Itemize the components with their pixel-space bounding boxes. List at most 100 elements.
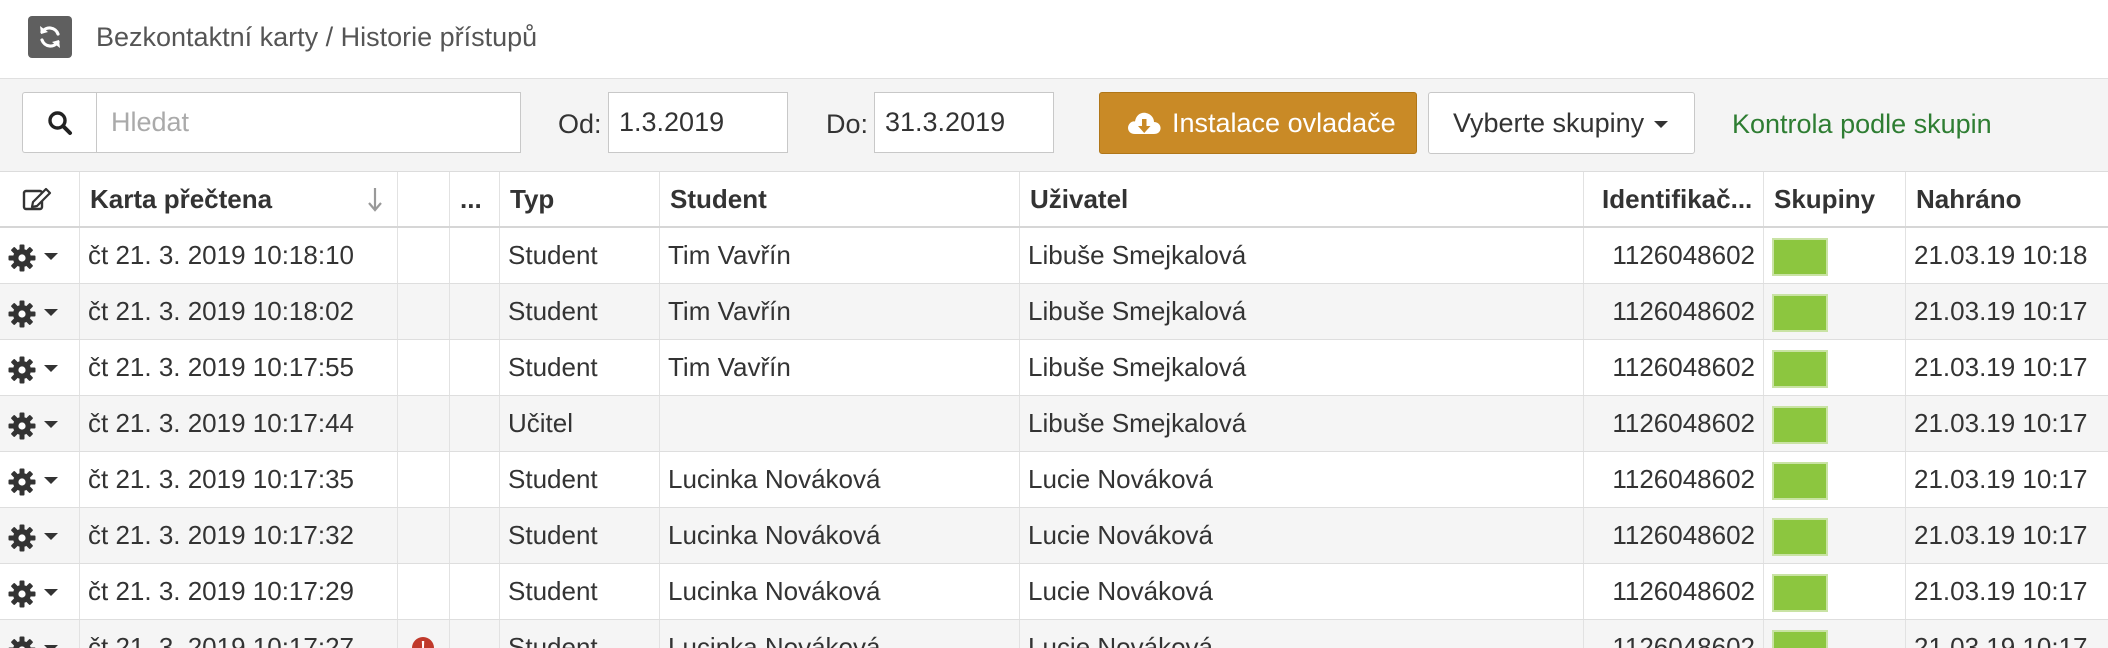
cell-uploaded: 21.03.19 10:17 <box>1914 296 2088 326</box>
row-actions[interactable] <box>0 228 80 283</box>
column-header-uploaded[interactable]: Nahráno <box>1906 172 2108 226</box>
to-date-field[interactable] <box>874 92 1054 153</box>
row-actions[interactable] <box>0 284 80 339</box>
cell-read-at: čt 21. 3. 2019 10:18:02 <box>80 284 398 339</box>
cell-flag <box>398 340 450 395</box>
table-row[interactable]: čt 21. 3. 2019 10:17:55 Student Tim Vavřín… <box>0 340 2108 396</box>
row-actions[interactable] <box>0 452 80 507</box>
cell-groups <box>1764 508 1906 563</box>
from-date-field[interactable] <box>608 92 788 153</box>
cell-flag <box>398 564 450 619</box>
cell-student: Lucinka Nováková <box>660 620 1020 648</box>
cell-student: Tim Vavřín <box>660 340 1020 395</box>
column-header-flag[interactable] <box>398 172 450 226</box>
from-date-label: Od: <box>558 109 602 139</box>
cell-type: Student <box>500 452 660 507</box>
cell-flag <box>398 508 450 563</box>
cell-groups <box>1764 564 1906 619</box>
column-header-actions[interactable] <box>0 172 80 226</box>
cell-flag <box>398 452 450 507</box>
page-header: Bezkontaktní karty / Historie přístupů <box>0 0 2108 79</box>
column-header-user[interactable]: Uživatel <box>1020 172 1584 226</box>
cell-user: Libuše Smejkalová <box>1020 396 1584 451</box>
cell-identifier: 1126048602 <box>1584 564 1764 619</box>
chevron-down-icon <box>44 589 58 596</box>
cell-groups <box>1764 396 1906 451</box>
row-actions[interactable] <box>0 508 80 563</box>
table-row[interactable]: čt 21. 3. 2019 10:17:35 Student Lucinka No… <box>0 452 2108 508</box>
cell-read-at: čt 21. 3. 2019 10:18:10 <box>80 228 398 283</box>
gear-icon <box>8 636 36 648</box>
column-header-identifier[interactable]: Identifikač... <box>1584 172 1764 226</box>
table-row[interactable]: čt 21. 3. 2019 10:17:27! Student Lucinka N… <box>0 620 2108 648</box>
column-header-groups[interactable]: Skupiny <box>1764 172 1906 226</box>
table-row[interactable]: čt 21. 3. 2019 10:18:10 Student Tim Vavřín… <box>0 228 2108 284</box>
cell-uploaded: 21.03.19 10:17 <box>1914 464 2088 494</box>
table-row[interactable]: čt 21. 3. 2019 10:17:29 Student Lucinka No… <box>0 564 2108 620</box>
column-header-type[interactable]: Typ <box>500 172 660 226</box>
chevron-down-icon <box>44 421 58 428</box>
cell-uploaded: 21.03.19 10:17 <box>1914 352 2088 382</box>
chevron-down-icon <box>44 309 58 316</box>
cell-type: Student <box>500 620 660 648</box>
gear-icon <box>8 412 36 440</box>
cell-read-at: čt 21. 3. 2019 10:17:35 <box>80 452 398 507</box>
search-button[interactable] <box>22 92 96 153</box>
cell-groups <box>1764 620 1906 648</box>
edit-icon <box>22 187 52 211</box>
to-date-label: Do: <box>826 109 869 139</box>
install-driver-label: Instalace ovladače <box>1172 108 1396 138</box>
cell-more <box>450 228 500 283</box>
cell-type: Učitel <box>500 396 660 451</box>
breadcrumb: Bezkontaktní karty / Historie přístupů <box>96 22 538 52</box>
cell-groups <box>1764 340 1906 395</box>
cell-groups <box>1764 284 1906 339</box>
table-row[interactable]: čt 21. 3. 2019 10:17:44 Učitel Libuše Smej… <box>0 396 2108 452</box>
cell-more <box>450 284 500 339</box>
column-header-more[interactable]: ... <box>450 172 500 226</box>
chevron-down-icon <box>44 365 58 372</box>
table-row[interactable]: čt 21. 3. 2019 10:18:02 Student Tim Vavřín… <box>0 284 2108 340</box>
column-header-read-at[interactable]: Karta přečtena <box>80 172 398 226</box>
column-header-student[interactable]: Student <box>660 172 1020 226</box>
group-color-swatch <box>1772 350 1828 388</box>
search-icon <box>48 111 72 135</box>
warning-icon: ! <box>412 637 434 648</box>
row-actions[interactable] <box>0 340 80 395</box>
cell-uploaded: 21.03.19 10:17 <box>1914 520 2088 550</box>
cell-student: Tim Vavřín <box>660 284 1020 339</box>
select-groups-dropdown[interactable]: Vyberte skupiny <box>1428 92 1695 154</box>
cell-user: Libuše Smejkalová <box>1020 340 1584 395</box>
table-row[interactable]: čt 21. 3. 2019 10:17:32 Student Lucinka No… <box>0 508 2108 564</box>
cell-type: Student <box>500 340 660 395</box>
group-color-swatch <box>1772 462 1828 500</box>
row-actions[interactable] <box>0 564 80 619</box>
cloud-download-icon <box>1128 112 1161 134</box>
cell-student <box>660 396 1020 451</box>
cell-student: Lucinka Nováková <box>660 508 1020 563</box>
group-color-swatch <box>1772 294 1828 332</box>
group-check-link[interactable]: Kontrola podle skupin <box>1732 109 1992 140</box>
cell-user: Lucie Nováková <box>1020 564 1584 619</box>
cell-user: Lucie Nováková <box>1020 620 1584 648</box>
group-color-swatch <box>1772 630 1828 648</box>
cell-type: Student <box>500 284 660 339</box>
cell-type: Student <box>500 508 660 563</box>
group-color-swatch <box>1772 518 1828 556</box>
gear-icon <box>8 468 36 496</box>
row-actions[interactable] <box>0 620 80 648</box>
cell-more <box>450 620 500 648</box>
cell-type: Student <box>500 564 660 619</box>
install-driver-button[interactable]: Instalace ovladače <box>1099 92 1417 154</box>
search-input[interactable] <box>96 92 521 153</box>
cell-read-at: čt 21. 3. 2019 10:17:27 <box>80 620 398 648</box>
row-actions[interactable] <box>0 396 80 451</box>
cell-identifier: 1126048602 <box>1584 340 1764 395</box>
cell-user: Libuše Smejkalová <box>1020 228 1584 283</box>
cell-flag <box>398 284 450 339</box>
select-groups-label: Vyberte skupiny <box>1453 108 1645 138</box>
cell-user: Libuše Smejkalová <box>1020 284 1584 339</box>
cell-more <box>450 452 500 507</box>
refresh-button[interactable] <box>28 16 72 58</box>
access-history-table: Karta přečtena ... Typ Student Uživatel … <box>0 172 2108 648</box>
